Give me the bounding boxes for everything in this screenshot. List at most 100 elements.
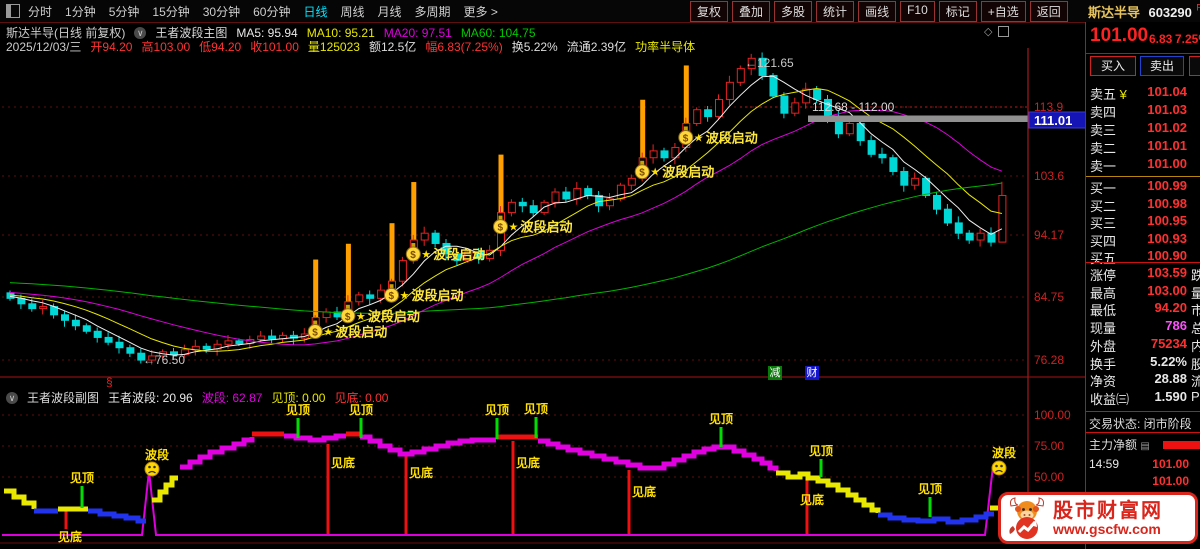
quote-info-item: 流通2.39亿 [566, 40, 627, 54]
site-logo[interactable]: 股市财富网 www.gscfw.com [998, 492, 1198, 544]
candle [562, 191, 571, 200]
buy-button[interactable]: 买入 [1090, 56, 1136, 76]
candle [954, 222, 963, 234]
candle [584, 188, 593, 196]
svg-text:$: $ [312, 328, 318, 339]
bid-row[interactable]: 买二 100.98 [1090, 196, 1187, 215]
svg-text:★: ★ [323, 327, 333, 339]
candle [115, 341, 124, 349]
candle [911, 177, 920, 186]
time-label: 14:59 [1089, 457, 1120, 471]
price-change: 6.83 [1149, 32, 1173, 46]
candle [529, 205, 538, 214]
quote-info-item: 低94.20 [199, 40, 242, 54]
time-price-row: 14:59 101.00 [1089, 457, 1189, 471]
stat-row[interactable]: 净资 28.88 [1090, 371, 1187, 390]
stat-row[interactable]: 收益㈢ 1.590 [1090, 389, 1187, 408]
bid-row[interactable]: 买一 100.99 [1090, 178, 1187, 197]
ask-row[interactable]: 卖二 101.01 [1090, 138, 1187, 157]
candle [813, 88, 822, 100]
ask-row[interactable]: 卖四 101.03 [1090, 102, 1187, 121]
svg-text:111.01: 111.01 [1034, 113, 1072, 128]
collapse-icon[interactable]: ∨ [6, 391, 18, 404]
bid-row[interactable]: 买四 100.93 [1090, 231, 1187, 250]
candle [616, 184, 625, 200]
svg-text:←76.50: ←76.50 [143, 353, 185, 367]
svg-text:100.00: 100.00 [1034, 408, 1071, 422]
candle [878, 153, 887, 159]
main-force-row[interactable]: 主力净额 ▤ [1089, 436, 1150, 453]
svg-text:波段启动: 波段启动 [433, 247, 485, 262]
ask-row[interactable]: 卖三 101.02 [1090, 120, 1187, 139]
candle [224, 340, 233, 345]
ask-row[interactable]: 卖五 ¥101.04 [1090, 84, 1187, 103]
svg-text:波段启动: 波段启动 [412, 288, 464, 303]
candle [322, 311, 331, 319]
svg-text:见底: 见底 [516, 455, 540, 470]
stat-row[interactable]: 最高 103.00 [1090, 283, 1187, 302]
svg-text:$: $ [498, 223, 504, 234]
quote-info-item: 收101.00 [250, 40, 299, 54]
logo-url: www.gscfw.com [1053, 520, 1161, 537]
stat-row[interactable]: 现量 786 [1090, 318, 1187, 337]
candle [889, 157, 898, 172]
candle [268, 335, 277, 340]
candle [965, 232, 974, 241]
candle [573, 188, 582, 200]
sub-indicator-value: 王者波段: 20.96 [108, 391, 193, 405]
collapse-icon[interactable]: ∨ [134, 26, 147, 39]
svg-text:波段启动: 波段启动 [521, 220, 573, 235]
stat-row[interactable]: 换手 5.22% [1090, 354, 1187, 373]
chart-corner-icons: ◇ [984, 25, 1010, 38]
last-price: 101.00 [1090, 25, 1149, 46]
candle [39, 306, 48, 310]
candle [420, 232, 429, 241]
r-flag: R [1196, 2, 1200, 13]
candle [845, 122, 854, 135]
maximize-icon[interactable] [998, 26, 1010, 37]
candle [551, 191, 560, 203]
svg-text:★: ★ [356, 311, 366, 323]
extra-button[interactable] [1189, 56, 1200, 76]
badge-cai[interactable]: 财 [805, 366, 819, 380]
quote-info-item: 量125023 [307, 40, 360, 54]
candle [671, 146, 680, 159]
svg-text:波段: 波段 [145, 447, 170, 462]
quote-panel: 101.00 6.83 7.25% 买入 卖出 卖五 ¥101.04卖四101.… [1085, 22, 1200, 549]
svg-text:见顶: 见顶 [709, 412, 733, 426]
quote-info-item: 功率半导体 [635, 40, 696, 54]
ask-row[interactable]: 卖一 101.00 [1090, 156, 1187, 175]
candle [82, 325, 91, 332]
sub-indicator-name[interactable]: 王者波段副图 [27, 389, 99, 406]
svg-text:$: $ [410, 250, 416, 261]
sell-button[interactable]: 卖出 [1140, 56, 1184, 76]
diamond-icon[interactable]: ◇ [984, 25, 992, 38]
svg-text:112.68 - 112.00: 112.68 - 112.00 [812, 100, 895, 114]
bid-row[interactable]: 买三 100.95 [1090, 213, 1187, 232]
clipped-column: 市 [1191, 303, 1200, 319]
sub-indicator-value: 见顶: 0.00 [271, 391, 326, 405]
candle [715, 98, 723, 118]
candle [736, 68, 745, 83]
svg-text:见顶: 见顶 [70, 471, 94, 485]
sub-chart-title-row: ∨ 王者波段副图 王者波段: 20.96 波段: 62.87 见顶: 0.00 见底:… [6, 389, 388, 406]
chart-canvas[interactable]: $ ★ 波段启动$ ★ 波段启动$ ★ 波段启动$ ★ 波段启动$ ★ 波段启动$ ★ 波段启动$ ★ 波段… [0, 0, 1085, 549]
indicator-step-line [284, 433, 346, 443]
svg-text:103.6: 103.6 [1034, 169, 1064, 183]
svg-text:见顶: 见顶 [485, 403, 509, 417]
svg-text:见底: 见底 [800, 492, 824, 507]
quote-info-item: 2025/12/03/三 [6, 40, 82, 54]
stat-row[interactable]: 涨停 103.59 [1090, 265, 1187, 284]
svg-text:见底: 见底 [632, 484, 656, 499]
candle [933, 194, 941, 210]
badge-jian[interactable]: 减 [768, 366, 782, 380]
stock-code: 603290 [1148, 5, 1192, 20]
logo-text: 股市财富网 [1053, 499, 1163, 522]
stat-row[interactable]: 外盘 75234 [1090, 336, 1187, 355]
svg-text:见顶: 见顶 [809, 444, 833, 458]
stat-row[interactable]: 最低 94.20 [1090, 300, 1187, 319]
svg-text:★: ★ [509, 222, 519, 234]
svg-text:波段启动: 波段启动 [662, 165, 714, 180]
indicator-step-line [180, 437, 255, 470]
sad-face-icon [144, 461, 160, 477]
